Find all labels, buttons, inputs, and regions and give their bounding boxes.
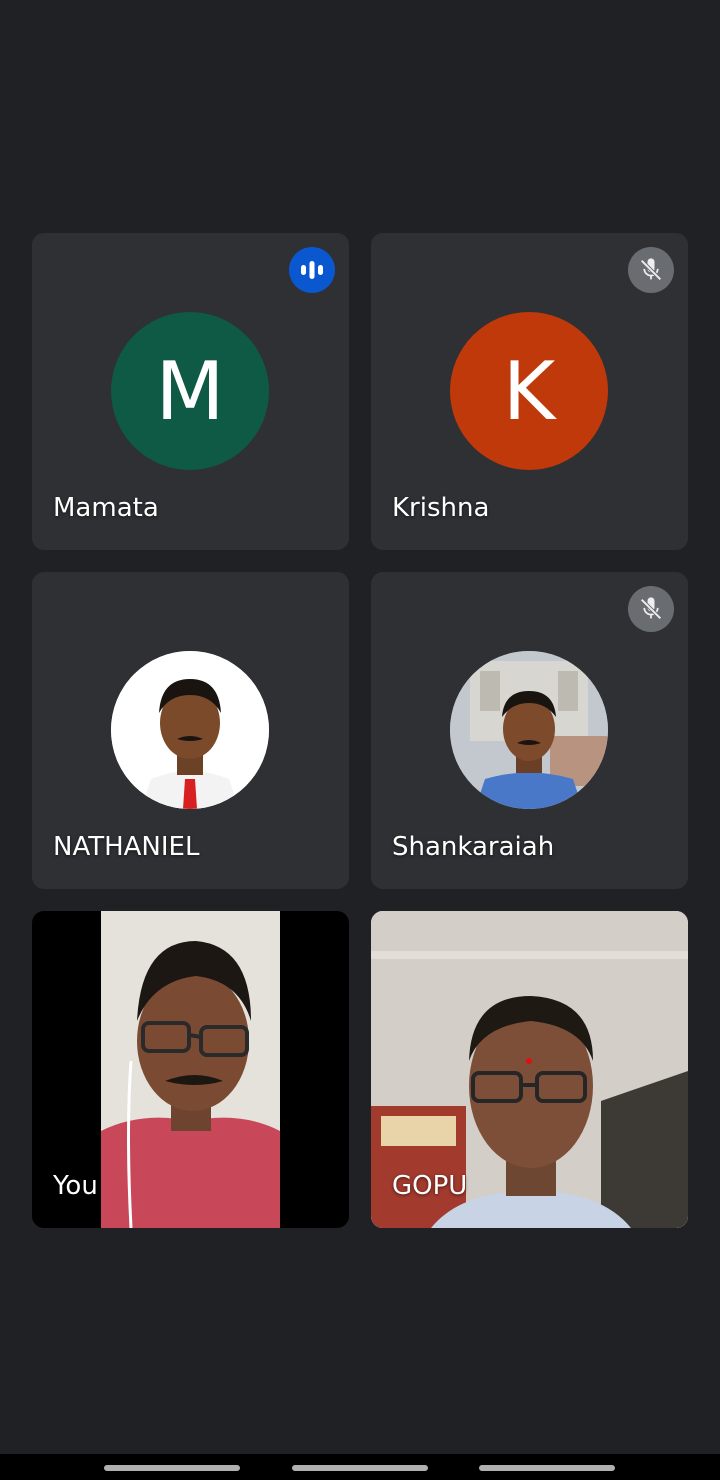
participant-tile-shankaraiah[interactable]: Shankaraiah [371, 572, 688, 889]
mic-off-icon [628, 586, 674, 632]
avatar-mamata: M [111, 312, 269, 470]
mic-off-icon [628, 247, 674, 293]
participant-tile-gopu[interactable]: GOPU [371, 911, 688, 1228]
participant-name: You [53, 1171, 98, 1201]
participant-tile-mamata[interactable]: M Mamata [32, 233, 349, 550]
participant-name: Shankaraiah [392, 832, 555, 862]
avatar-photo-nathaniel [111, 651, 269, 809]
avatar-photo-shankaraiah [450, 651, 608, 809]
participant-name: GOPU [392, 1171, 468, 1201]
home-button[interactable] [292, 1465, 428, 1471]
participant-name: Mamata [53, 493, 159, 523]
avatar-initial: K [502, 344, 556, 438]
speaking-indicator-icon [289, 247, 335, 293]
self-video-feed [101, 911, 280, 1228]
avatar-krishna: K [450, 312, 608, 470]
participant-tile-you[interactable]: You [32, 911, 349, 1228]
meeting-grid-screen: M Mamata K Krishna NATHANIEL Shankaraiah… [0, 0, 720, 1480]
participant-tile-nathaniel[interactable]: NATHANIEL [32, 572, 349, 889]
participant-name: NATHANIEL [53, 832, 200, 862]
participant-tile-krishna[interactable]: K Krishna [371, 233, 688, 550]
back-button[interactable] [104, 1465, 240, 1471]
participant-name: Krishna [392, 493, 490, 523]
recents-button[interactable] [479, 1465, 615, 1471]
avatar-initial: M [155, 344, 225, 438]
system-nav-bar [0, 1454, 720, 1480]
